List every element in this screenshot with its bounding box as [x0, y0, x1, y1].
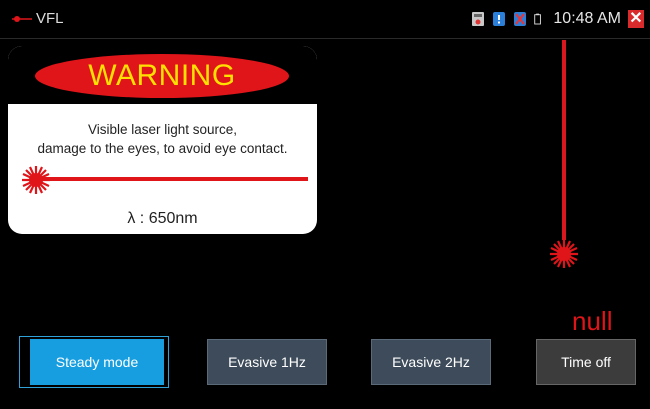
warning-title: WARNING: [88, 59, 236, 92]
notification-icon: [493, 12, 506, 26]
warning-line-1: Visible laser light source,: [87, 122, 238, 137]
usb-icon: [514, 12, 527, 26]
steady-mode-button[interactable]: Steady mode: [30, 339, 164, 385]
status-icons: 10:48 AM ✕: [471, 8, 644, 30]
status-bar: VFL 10:48 AM ✕: [0, 0, 650, 39]
clock: 10:48 AM: [553, 10, 621, 27]
storage-icon: [472, 12, 485, 26]
warning-header: WARNING: [8, 46, 317, 104]
time-off-button[interactable]: Time off: [536, 339, 636, 385]
laser-burst-icon: [22, 166, 50, 194]
laser-line-graphic: [36, 177, 308, 181]
warning-line-2: damage to the eyes, to avoid eye contact…: [37, 141, 288, 156]
app-title: VFL: [36, 10, 64, 27]
laser-status-text: null: [572, 306, 613, 336]
evasive-1hz-button[interactable]: Evasive 1Hz: [207, 339, 327, 385]
laser-burst-icon: [550, 240, 578, 268]
warning-oval: WARNING: [35, 54, 289, 98]
warning-message: Visible laser light source, damage to th…: [8, 120, 317, 158]
laser-beam: [562, 40, 566, 240]
evasive-2hz-button[interactable]: Evasive 2Hz: [371, 339, 491, 385]
vfl-app-icon: [12, 16, 32, 22]
wavelength-label: λ : 650nm: [127, 210, 198, 227]
warning-card: WARNING Visible laser light source, dama…: [8, 46, 317, 234]
close-icon[interactable]: ✕: [628, 10, 644, 28]
battery-icon: [534, 13, 542, 25]
